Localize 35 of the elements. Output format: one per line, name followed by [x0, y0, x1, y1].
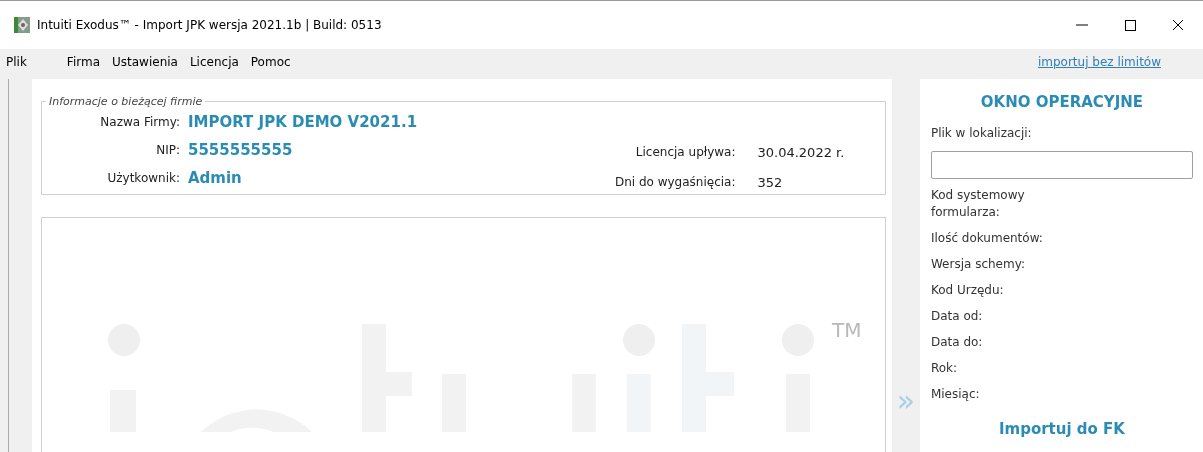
menu-item[interactable]: Ustawienia: [106, 55, 184, 69]
field-label: NIP:: [155, 143, 180, 157]
file-path-field[interactable]: [930, 151, 1193, 179]
menu-item[interactable]: Licencja: [183, 55, 245, 69]
field-value: IMPORT JPK DEMO V2021.1: [187, 113, 418, 131]
field-value: 352: [757, 174, 783, 190]
field-label: Ilość dokumentów:: [930, 230, 1044, 247]
field-label: Data od:: [930, 308, 984, 325]
field-value: Admin: [187, 169, 242, 187]
field-label: Kod Urzędu:: [930, 282, 1005, 299]
window-title: Intuiti Exodus™ - Import JPK wersja 2021.1b | Build: 0513: [37, 18, 383, 32]
field-label: Miesiąc:: [930, 386, 981, 403]
menu-item[interactable]: Firma: [60, 55, 106, 69]
menu-item[interactable]: Plik: [0, 55, 33, 69]
field-label: Kod systemowy formularza:: [930, 187, 1026, 221]
field-label: Wersja schemy:: [930, 256, 1026, 273]
field-label: Dni do wygaśnięcia:: [613, 175, 736, 189]
app-logo-icon: [14, 17, 30, 33]
trademark-mark: TM: [831, 318, 862, 342]
field-label: Plik w lokalizacji:: [930, 125, 1033, 142]
field-label: Rok:: [930, 360, 959, 377]
field-value: 5555555555: [187, 141, 293, 159]
maximize-icon: [1124, 19, 1136, 31]
panel-title: OKNO OPERACYJNE: [979, 93, 1145, 111]
field-label: Użytkownik:: [106, 171, 180, 185]
minimize-icon: [1076, 24, 1088, 26]
import-button[interactable]: Importuj do FK: [994, 418, 1129, 440]
field-label: Data do:: [930, 334, 984, 351]
field-label: Nazwa Firmy:: [99, 115, 180, 129]
field-label: Licencja upływa:: [634, 145, 736, 159]
menu-item[interactable]: Pomoc: [244, 55, 297, 69]
field-value: 30.04.2022 r.: [757, 144, 845, 160]
group-legend: Informacje o bieżącej firmie: [45, 95, 206, 108]
close-icon: [1172, 19, 1184, 31]
import-link[interactable]: importuj bez limitów: [1037, 55, 1161, 69]
